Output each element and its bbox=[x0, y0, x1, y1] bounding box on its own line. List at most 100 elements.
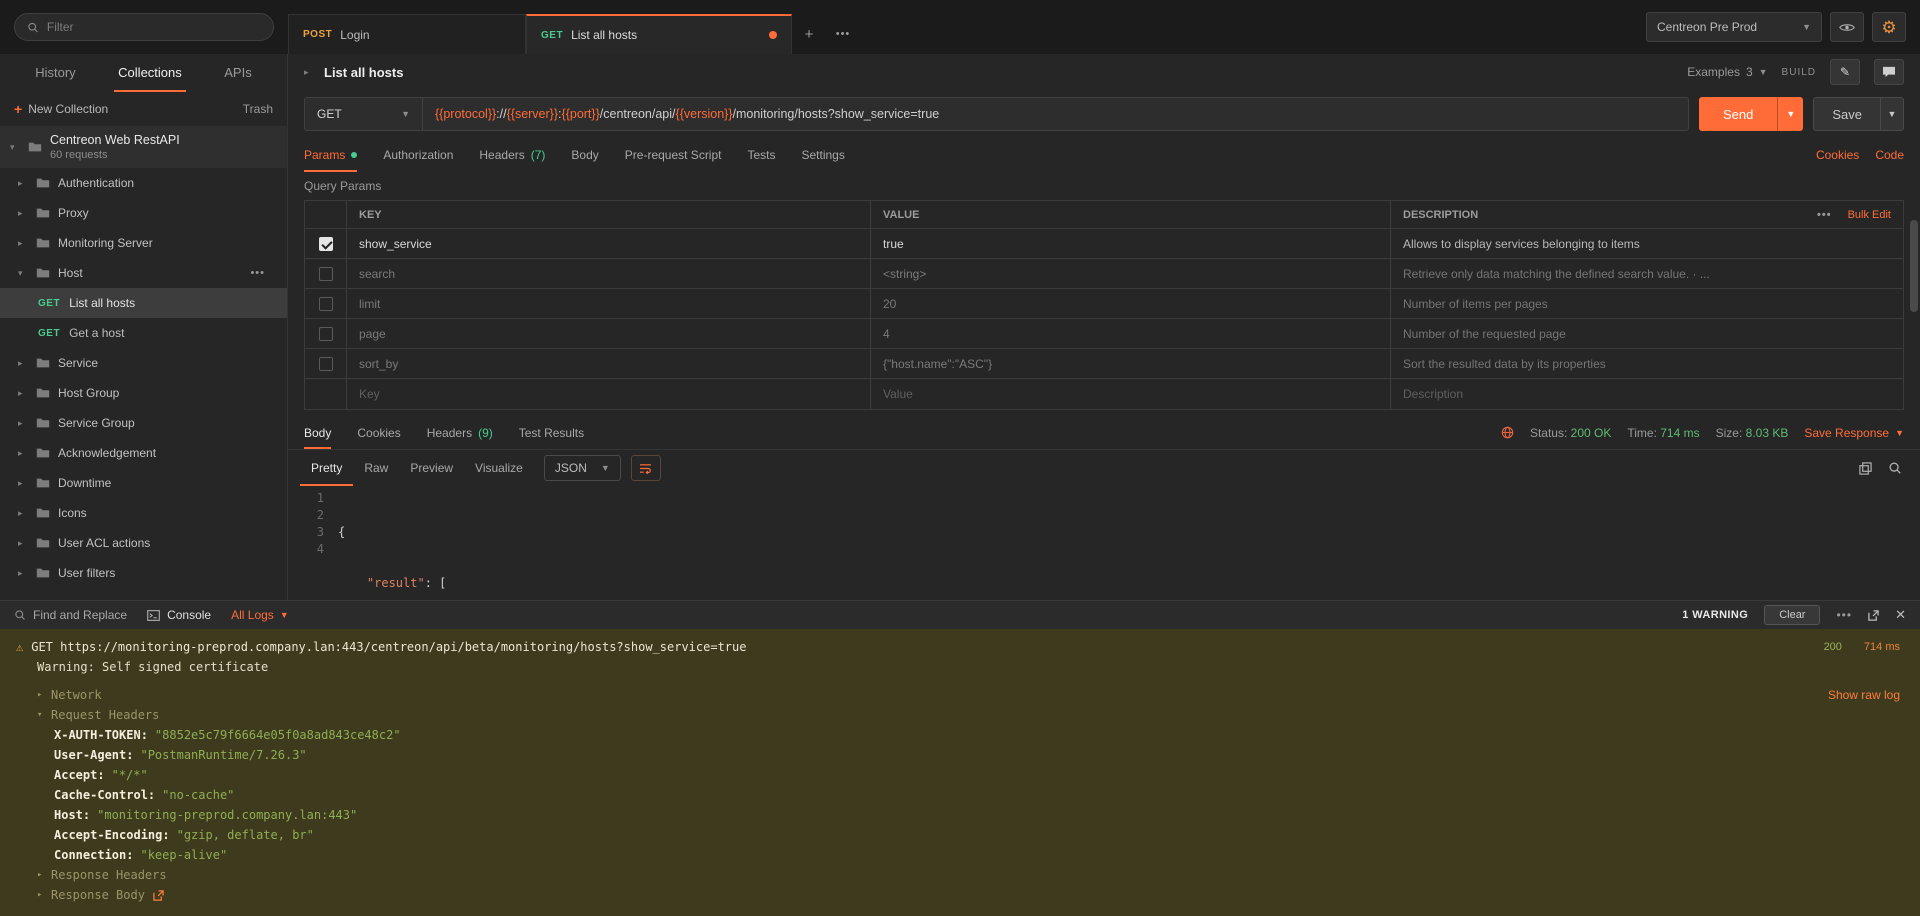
row-checkbox[interactable] bbox=[319, 297, 333, 311]
save-response-button[interactable]: Save Response ▼ bbox=[1804, 426, 1904, 440]
environment-selector[interactable]: Centreon Pre Prod ▼ bbox=[1646, 12, 1822, 42]
response-tab-cookies[interactable]: Cookies bbox=[357, 416, 400, 449]
wrap-text-button[interactable] bbox=[631, 455, 661, 481]
log-section-request-headers[interactable]: ▾ Request Headers bbox=[0, 705, 1920, 725]
network-warning-icon[interactable] bbox=[1501, 426, 1514, 439]
tab-pre-request-script[interactable]: Pre-request Script bbox=[625, 138, 722, 172]
param-description[interactable]: Retrieve only data matching the defined … bbox=[1391, 259, 1903, 288]
folder-host[interactable]: ▾ Host ••• bbox=[0, 258, 287, 288]
sidebar-tab-history[interactable]: History bbox=[31, 54, 79, 92]
console-toggle-button[interactable]: Console bbox=[147, 608, 211, 622]
request-tab-login[interactable]: POST Login bbox=[288, 14, 526, 54]
request-item-list-all-hosts[interactable]: GET List all hosts bbox=[0, 288, 287, 318]
log-request-line[interactable]: ⚠ GET https://monitoring-preprod.company… bbox=[0, 637, 1920, 657]
folder-downtime[interactable]: ▸ Downtime bbox=[0, 468, 287, 498]
sidebar-tab-collections[interactable]: Collections bbox=[114, 54, 186, 92]
response-body-editor[interactable]: 1 2 3 4 { "result": [ { "id": 174, bbox=[288, 486, 1920, 600]
url-input[interactable]: {{protocol}}://{{server}}:{{port}}/centr… bbox=[423, 98, 1688, 130]
request-item-get-a-host[interactable]: GET Get a host bbox=[0, 318, 287, 348]
new-tab-button[interactable]: + bbox=[792, 14, 826, 54]
folder-service-group[interactable]: ▸ Service Group bbox=[0, 408, 287, 438]
tab-authorization[interactable]: Authorization bbox=[383, 138, 453, 172]
param-description[interactable]: Allows to display services belonging to … bbox=[1391, 229, 1903, 258]
format-selector[interactable]: JSON ▼ bbox=[544, 455, 621, 481]
chevron-right-icon[interactable]: ▸ bbox=[304, 67, 314, 78]
tab-headers[interactable]: Headers (7) bbox=[479, 138, 545, 172]
folder-monitoring-server[interactable]: ▸ Monitoring Server bbox=[0, 228, 287, 258]
param-description-placeholder[interactable]: Description bbox=[1391, 379, 1903, 409]
tab-settings[interactable]: Settings bbox=[802, 138, 845, 172]
param-value[interactable]: {"host.name":"ASC"} bbox=[871, 349, 1391, 378]
row-checkbox[interactable] bbox=[319, 327, 333, 341]
examples-dropdown[interactable]: Examples 3 ▼ bbox=[1687, 65, 1767, 79]
method-selector[interactable]: GET ▼ bbox=[305, 98, 423, 130]
folder-proxy[interactable]: ▸ Proxy bbox=[0, 198, 287, 228]
tab-tests[interactable]: Tests bbox=[747, 138, 775, 172]
folder-service[interactable]: ▸ Service bbox=[0, 348, 287, 378]
response-tab-test-results[interactable]: Test Results bbox=[519, 416, 584, 449]
search-icon[interactable] bbox=[1888, 461, 1902, 475]
tab-options-button[interactable]: ••• bbox=[826, 14, 860, 54]
folder-host-group[interactable]: ▸ Host Group bbox=[0, 378, 287, 408]
param-description[interactable]: Number of the requested page bbox=[1391, 319, 1903, 348]
code-link[interactable]: Code bbox=[1875, 148, 1904, 162]
show-raw-log-link[interactable]: Show raw log bbox=[1828, 688, 1904, 702]
find-and-replace-button[interactable]: Find and Replace bbox=[14, 608, 127, 622]
view-tab-pretty[interactable]: Pretty bbox=[300, 450, 353, 486]
folder-user-acl-actions[interactable]: ▸ User ACL actions bbox=[0, 528, 287, 558]
folder-acknowledgement[interactable]: ▸ Acknowledgement bbox=[0, 438, 287, 468]
folder-user-filters[interactable]: ▸ User filters bbox=[0, 558, 287, 588]
folder-options-button[interactable]: ••• bbox=[250, 267, 265, 279]
param-value-placeholder[interactable]: Value bbox=[871, 379, 1391, 409]
close-icon[interactable]: ✕ bbox=[1895, 607, 1906, 623]
param-value[interactable]: 4 bbox=[871, 319, 1391, 348]
param-key[interactable]: search bbox=[347, 259, 871, 288]
param-value[interactable]: true bbox=[871, 229, 1391, 258]
param-key[interactable]: sort_by bbox=[347, 349, 871, 378]
sidebar-tab-apis[interactable]: APIs bbox=[220, 54, 255, 92]
sidebar-filter[interactable] bbox=[14, 13, 274, 41]
send-options-button[interactable]: ▼ bbox=[1777, 97, 1803, 131]
open-in-new-window-icon[interactable] bbox=[1868, 610, 1879, 621]
comments-button[interactable] bbox=[1874, 59, 1904, 85]
save-button[interactable]: Save bbox=[1813, 97, 1880, 131]
collection-item[interactable]: ▾ Centreon Web RestAPI 60 requests bbox=[0, 126, 287, 168]
filter-input[interactable] bbox=[47, 20, 261, 34]
edit-button[interactable]: ✎ bbox=[1830, 59, 1860, 85]
param-key[interactable]: show_service bbox=[347, 229, 871, 258]
log-filter-dropdown[interactable]: All Logs ▼ bbox=[231, 608, 289, 622]
folder-authentication[interactable]: ▸ Authentication bbox=[0, 168, 287, 198]
new-collection-button[interactable]: New Collection bbox=[28, 102, 108, 116]
row-checkbox[interactable] bbox=[319, 237, 333, 251]
params-more-button[interactable]: ••• bbox=[1817, 209, 1832, 221]
response-tab-headers[interactable]: Headers (9) bbox=[427, 416, 493, 449]
cookies-link[interactable]: Cookies bbox=[1816, 148, 1859, 162]
param-value[interactable]: 20 bbox=[871, 289, 1391, 318]
param-description[interactable]: Number of items per pages bbox=[1391, 289, 1903, 318]
log-section-response-headers[interactable]: ▸ Response Headers bbox=[0, 865, 1920, 885]
console-options-button[interactable]: ••• bbox=[1836, 608, 1852, 622]
view-tab-raw[interactable]: Raw bbox=[353, 450, 399, 486]
copy-icon[interactable] bbox=[1859, 462, 1872, 475]
log-section-network[interactable]: ▸ Network Show raw log bbox=[0, 685, 1920, 705]
row-checkbox[interactable] bbox=[319, 357, 333, 371]
save-options-button[interactable]: ▼ bbox=[1880, 97, 1904, 131]
tab-body[interactable]: Body bbox=[571, 138, 598, 172]
chevron-down-icon[interactable]: ▾ bbox=[10, 142, 20, 153]
log-section-response-body[interactable]: ▸ Response Body bbox=[0, 885, 1920, 905]
view-tab-preview[interactable]: Preview bbox=[399, 450, 464, 486]
param-key-placeholder[interactable]: Key bbox=[347, 379, 871, 409]
row-checkbox[interactable] bbox=[319, 267, 333, 281]
bulk-edit-link[interactable]: Bulk Edit bbox=[1848, 209, 1891, 221]
console-log[interactable]: ⚠ GET https://monitoring-preprod.company… bbox=[0, 629, 1920, 916]
response-tab-body[interactable]: Body bbox=[304, 416, 331, 449]
param-value[interactable]: <string> bbox=[871, 259, 1391, 288]
external-link-icon[interactable] bbox=[153, 890, 164, 901]
param-key[interactable]: limit bbox=[347, 289, 871, 318]
scrollbar-thumb[interactable] bbox=[1910, 220, 1918, 312]
folder-icons[interactable]: ▸ Icons bbox=[0, 498, 287, 528]
settings-button[interactable]: ⚙ bbox=[1872, 12, 1906, 42]
environment-quick-look-button[interactable] bbox=[1830, 12, 1864, 42]
param-key[interactable]: page bbox=[347, 319, 871, 348]
trash-button[interactable]: Trash bbox=[243, 102, 273, 116]
